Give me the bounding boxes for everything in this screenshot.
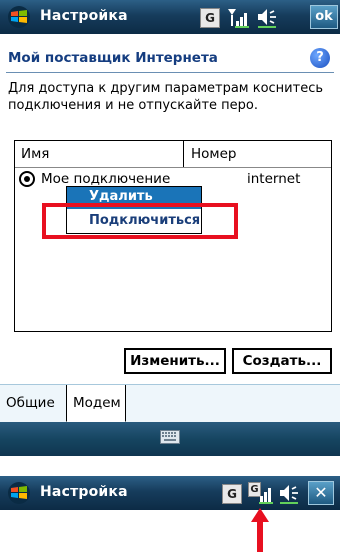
top-title-bar: Настройка G ok	[0, 0, 340, 34]
page-title: Мой поставщик Интернета	[8, 50, 218, 66]
windows-logo-icon[interactable]	[6, 481, 32, 505]
soft-key-bar	[0, 422, 340, 456]
bottom-title-bar: Настройка G G ✕	[0, 476, 340, 510]
ok-button[interactable]: ok	[310, 5, 338, 29]
header-divider	[6, 72, 334, 73]
column-header-name[interactable]: Имя	[15, 141, 184, 167]
help-icon[interactable]: ?	[310, 48, 330, 68]
arrow-up-icon	[251, 508, 269, 552]
edit-button[interactable]: Изменить...	[124, 348, 226, 374]
speaker-icon[interactable]	[256, 6, 278, 28]
window-title: Настройка	[40, 8, 128, 24]
speaker-icon[interactable]	[278, 482, 300, 504]
connection-number: internet	[247, 171, 301, 187]
create-button[interactable]: Создать...	[232, 348, 332, 374]
window-title: Настройка	[40, 484, 128, 500]
tab-general[interactable]: Общие	[0, 385, 67, 421]
close-icon[interactable]: ✕	[308, 481, 334, 505]
column-header-number[interactable]: Номер	[185, 141, 331, 167]
g-status-icon[interactable]: G	[200, 8, 220, 28]
signal-icon	[259, 488, 273, 504]
keyboard-icon[interactable]	[160, 430, 180, 444]
g-status-icon[interactable]: G	[222, 484, 242, 504]
highlight-box	[42, 203, 238, 239]
tab-bar: Общие Модем	[0, 384, 340, 423]
description-text: Для доступа к другим параметрам коснитес…	[8, 81, 324, 113]
list-header: Имя Номер	[15, 141, 331, 168]
selected-radio-icon[interactable]	[19, 171, 35, 187]
g-signal-icon[interactable]: G	[248, 482, 274, 504]
signal-icon[interactable]	[226, 6, 250, 28]
windows-logo-icon[interactable]	[6, 5, 32, 29]
tab-modem[interactable]: Модем	[66, 385, 126, 422]
page-header: Мой поставщик Интернета ?	[0, 44, 340, 72]
connection-name: Мое подключение	[41, 171, 171, 187]
